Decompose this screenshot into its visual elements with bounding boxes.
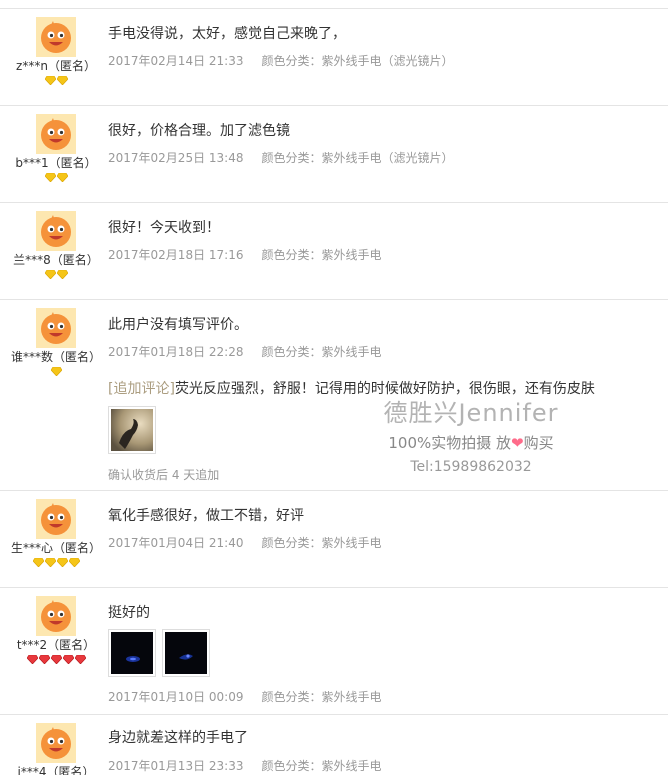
reviewer-level-badges [0, 173, 112, 183]
photo-uv-light-icon [165, 632, 207, 674]
reviewer-name: i***4（匿名） [17, 765, 95, 775]
avatar-icon [36, 211, 76, 251]
review-item: z***n（匿名） 手电没得说，太好，感觉自己来晚了， 2017年02月14日 … [0, 8, 668, 105]
review-item: t***2（匿名） 挺好的 2017年01月10日 00:09 颜色分类：紫外线手… [0, 587, 668, 714]
diamond-icon [44, 76, 56, 85]
appended-review-text: 荧光反应强烈，舒服！记得用的时候做好防护，很伤眼，还有伤皮肤 [174, 381, 595, 397]
reviewer-name: b***1（匿名） [15, 156, 97, 170]
review-photo-thumbnail[interactable] [108, 406, 156, 454]
reviewer-level-badges [0, 558, 112, 568]
review-item: i***4（匿名） 身边就差这样的手电了 2017年01月13日 23:33 颜色… [0, 714, 668, 775]
review-photo-thumbnail[interactable] [108, 629, 156, 677]
review-category: 颜色分类：紫外线手电 [261, 248, 382, 262]
reviewer-level-badges [0, 367, 112, 377]
avatar-icon [36, 17, 76, 57]
review-date: 2017年01月04日 21:40 [108, 536, 244, 550]
avatar-icon [36, 114, 76, 154]
review-meta: 2017年01月13日 23:33 颜色分类：紫外线手电 [108, 757, 382, 774]
reviewer-name: t***2（匿名） [16, 638, 96, 652]
avatar-icon [36, 596, 76, 636]
diamond-icon [68, 558, 80, 567]
reviewer-name: 生***心（匿名） [10, 541, 101, 555]
reviewer-level-badges [0, 76, 112, 86]
appended-review-note: 确认收货后 4 天追加 [108, 468, 220, 482]
review-meta: 2017年01月18日 22:28 颜色分类：紫外线手电 [108, 343, 382, 360]
review-date: 2017年01月18日 22:28 [108, 345, 244, 359]
photo-uv-light-icon [111, 632, 153, 674]
diamond-icon [32, 558, 44, 567]
review-category: 颜色分类：紫外线手电 [261, 759, 382, 773]
reviewer-info: 生***心（匿名） [0, 491, 112, 568]
reviewer-info: t***2（匿名） [0, 588, 112, 665]
diamond-icon [50, 367, 62, 376]
review-meta: 2017年01月10日 00:09 颜色分类：紫外线手电 [108, 688, 382, 705]
reviewer-info: i***4（匿名） [0, 715, 112, 775]
review-text: 身边就差这样的手电了 [108, 730, 248, 746]
review-date: 2017年01月10日 00:09 [108, 690, 244, 704]
red-diamond-icon [50, 655, 62, 664]
diamond-icon [56, 270, 68, 279]
reviewer-info: 兰***8（匿名） [0, 203, 112, 280]
diamond-icon [56, 76, 68, 85]
reviewer-level-badges [0, 270, 112, 280]
review-photo-thumbnail[interactable] [162, 629, 210, 677]
photo-hand-icon [111, 409, 153, 451]
review-meta: 2017年02月25日 13:48 颜色分类：紫外线手电（滤光镜片） [108, 149, 454, 166]
review-category: 颜色分类：紫外线手电（滤光镜片） [261, 54, 454, 68]
review-date: 2017年02月18日 17:16 [108, 248, 244, 262]
review-text: 氧化手感很好，做工不错，好评 [108, 508, 304, 524]
reviewer-info: 谁***数（匿名） [0, 300, 112, 377]
review-meta: 2017年02月18日 17:16 颜色分类：紫外线手电 [108, 246, 382, 263]
diamond-icon [44, 173, 56, 182]
review-item: 兰***8（匿名） 很好！今天收到！ 2017年02月18日 17:16 颜色分类… [0, 202, 668, 299]
reviewer-name: 谁***数（匿名） [10, 350, 101, 364]
diamond-icon [56, 558, 68, 567]
review-category: 颜色分类：紫外线手电 [261, 536, 382, 550]
avatar-icon [36, 723, 76, 763]
review-category: 颜色分类：紫外线手电 [261, 345, 382, 359]
review-date: 2017年01月13日 23:33 [108, 759, 244, 773]
review-meta: 2017年01月04日 21:40 颜色分类：紫外线手电 [108, 534, 382, 551]
review-text: 此用户没有填写评价。 [108, 317, 248, 333]
reviewer-level-badges [0, 655, 112, 665]
review-text: 很好，价格合理。加了滤色镜 [108, 123, 290, 139]
avatar-icon [36, 308, 76, 348]
avatar-icon [36, 499, 76, 539]
review-date: 2017年02月14日 21:33 [108, 54, 244, 68]
review-date: 2017年02月25日 13:48 [108, 151, 244, 165]
appended-review: [追加评论]荧光反应强烈，舒服！记得用的时候做好防护，很伤眼，还有伤皮肤 [108, 378, 595, 398]
appended-review-tag: [追加评论] [108, 381, 175, 397]
reviewer-name: z***n（匿名） [16, 59, 96, 73]
review-text: 很好！今天收到！ [108, 220, 220, 236]
review-category: 颜色分类：紫外线手电（滤光镜片） [261, 151, 454, 165]
reviewer-info: z***n（匿名） [0, 9, 112, 86]
diamond-icon [44, 558, 56, 567]
review-item: 生***心（匿名） 氧化手感很好，做工不错，好评 2017年01月04日 21:… [0, 490, 668, 587]
diamond-icon [44, 270, 56, 279]
review-item: b***1（匿名） 很好，价格合理。加了滤色镜 2017年02月25日 13:4… [0, 105, 668, 202]
red-diamond-icon [26, 655, 38, 664]
diamond-icon [56, 173, 68, 182]
reviewer-name: 兰***8（匿名） [13, 253, 99, 267]
review-text: 挺好的 [108, 605, 150, 621]
reviewer-info: b***1（匿名） [0, 106, 112, 183]
review-category: 颜色分类：紫外线手电 [261, 690, 382, 704]
red-diamond-icon [62, 655, 74, 664]
red-diamond-icon [74, 655, 86, 664]
red-diamond-icon [38, 655, 50, 664]
review-text: 手电没得说，太好，感觉自己来晚了， [108, 26, 346, 42]
review-meta: 2017年02月14日 21:33 颜色分类：紫外线手电（滤光镜片） [108, 52, 454, 69]
review-item: 谁***数（匿名） 此用户没有填写评价。 2017年01月18日 22:28 颜色… [0, 299, 668, 490]
review-list: z***n（匿名） 手电没得说，太好，感觉自己来晚了， 2017年02月14日 … [0, 0, 668, 775]
